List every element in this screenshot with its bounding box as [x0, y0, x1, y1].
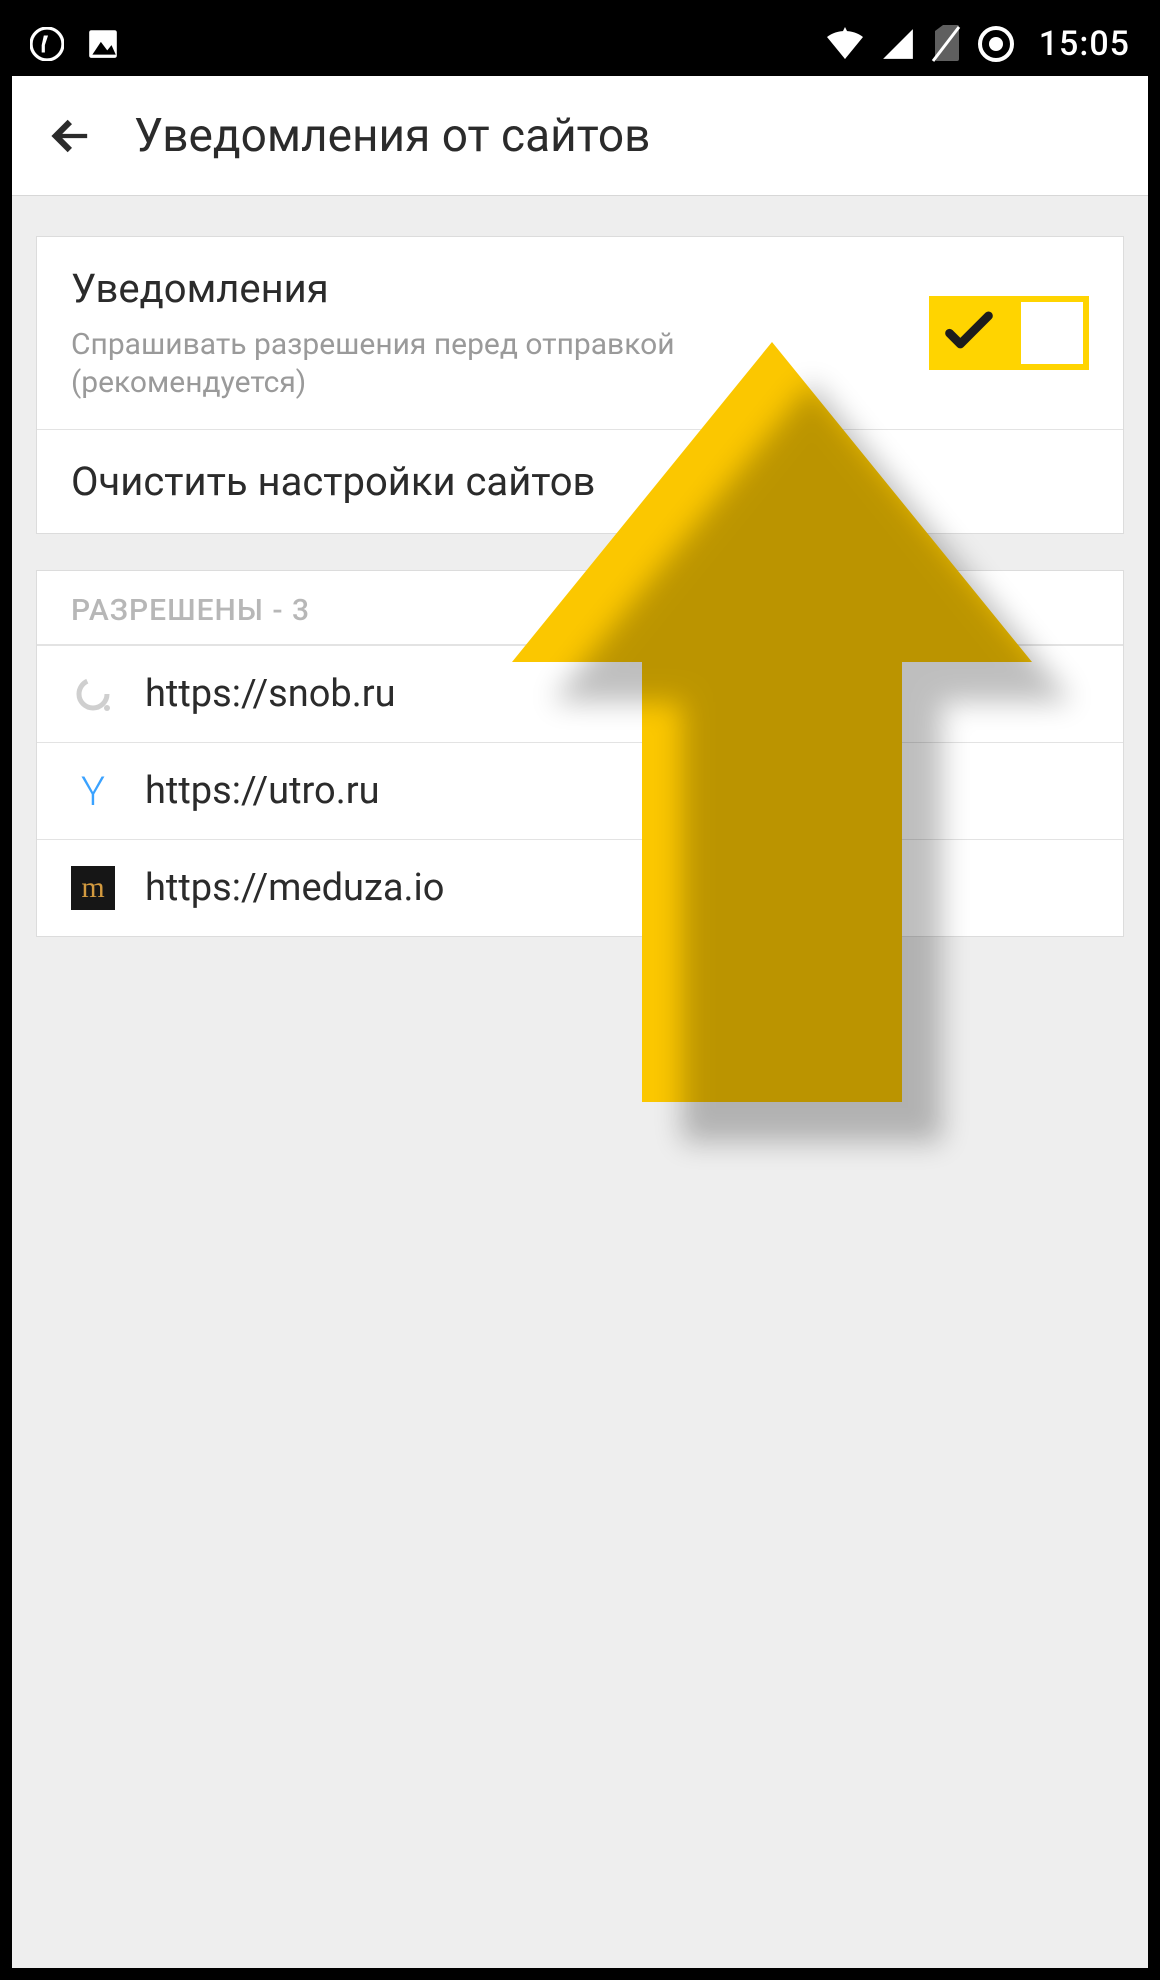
status-clock: 15:05: [1039, 24, 1130, 64]
cell-signal-icon: [881, 27, 915, 61]
settings-card: Уведомления Спрашивать разрешения перед …: [36, 236, 1124, 534]
check-icon: [943, 305, 995, 361]
site-url: https://meduza.io: [145, 866, 444, 910]
clear-site-settings-label: Очистить настройки сайтов: [71, 458, 595, 505]
wifi-icon: [825, 27, 865, 61]
page-title: Уведомления от сайтов: [134, 109, 650, 163]
site-row-utro[interactable]: Y https://utro.ru: [37, 742, 1123, 839]
site-row-snob[interactable]: https://snob.ru: [37, 645, 1123, 742]
site-favicon-utro: Y: [71, 769, 115, 813]
site-url: https://snob.ru: [145, 672, 396, 716]
sim-disabled-icon: [931, 25, 961, 63]
notifications-toggle[interactable]: [929, 296, 1089, 370]
site-favicon-meduza: m: [71, 866, 115, 910]
site-url: https://utro.ru: [145, 769, 380, 813]
content-area: Уведомления Спрашивать разрешения перед …: [12, 196, 1148, 1968]
yandex-app-icon: [30, 27, 64, 61]
allowed-sites-card: РАЗРЕШЕНЫ - 3 https://snob.ru Y https://…: [36, 570, 1124, 937]
status-bar: 15:05: [12, 12, 1148, 76]
site-favicon-snob: [71, 672, 115, 716]
notifications-subtitle: Спрашивать разрешения перед отправкой (р…: [71, 326, 711, 401]
target-icon: [977, 25, 1015, 63]
app-bar: Уведомления от сайтов: [12, 76, 1148, 196]
clear-site-settings-row[interactable]: Очистить настройки сайтов: [37, 429, 1123, 533]
back-button[interactable]: [40, 104, 104, 168]
gallery-icon: [86, 27, 120, 61]
arrow-left-icon: [46, 110, 98, 162]
allowed-section-header: РАЗРЕШЕНЫ - 3: [37, 571, 1123, 645]
notifications-title: Уведомления: [71, 265, 909, 312]
notifications-toggle-row[interactable]: Уведомления Спрашивать разрешения перед …: [37, 237, 1123, 429]
toggle-knob: [1021, 302, 1083, 364]
site-row-meduza[interactable]: m https://meduza.io: [37, 839, 1123, 936]
